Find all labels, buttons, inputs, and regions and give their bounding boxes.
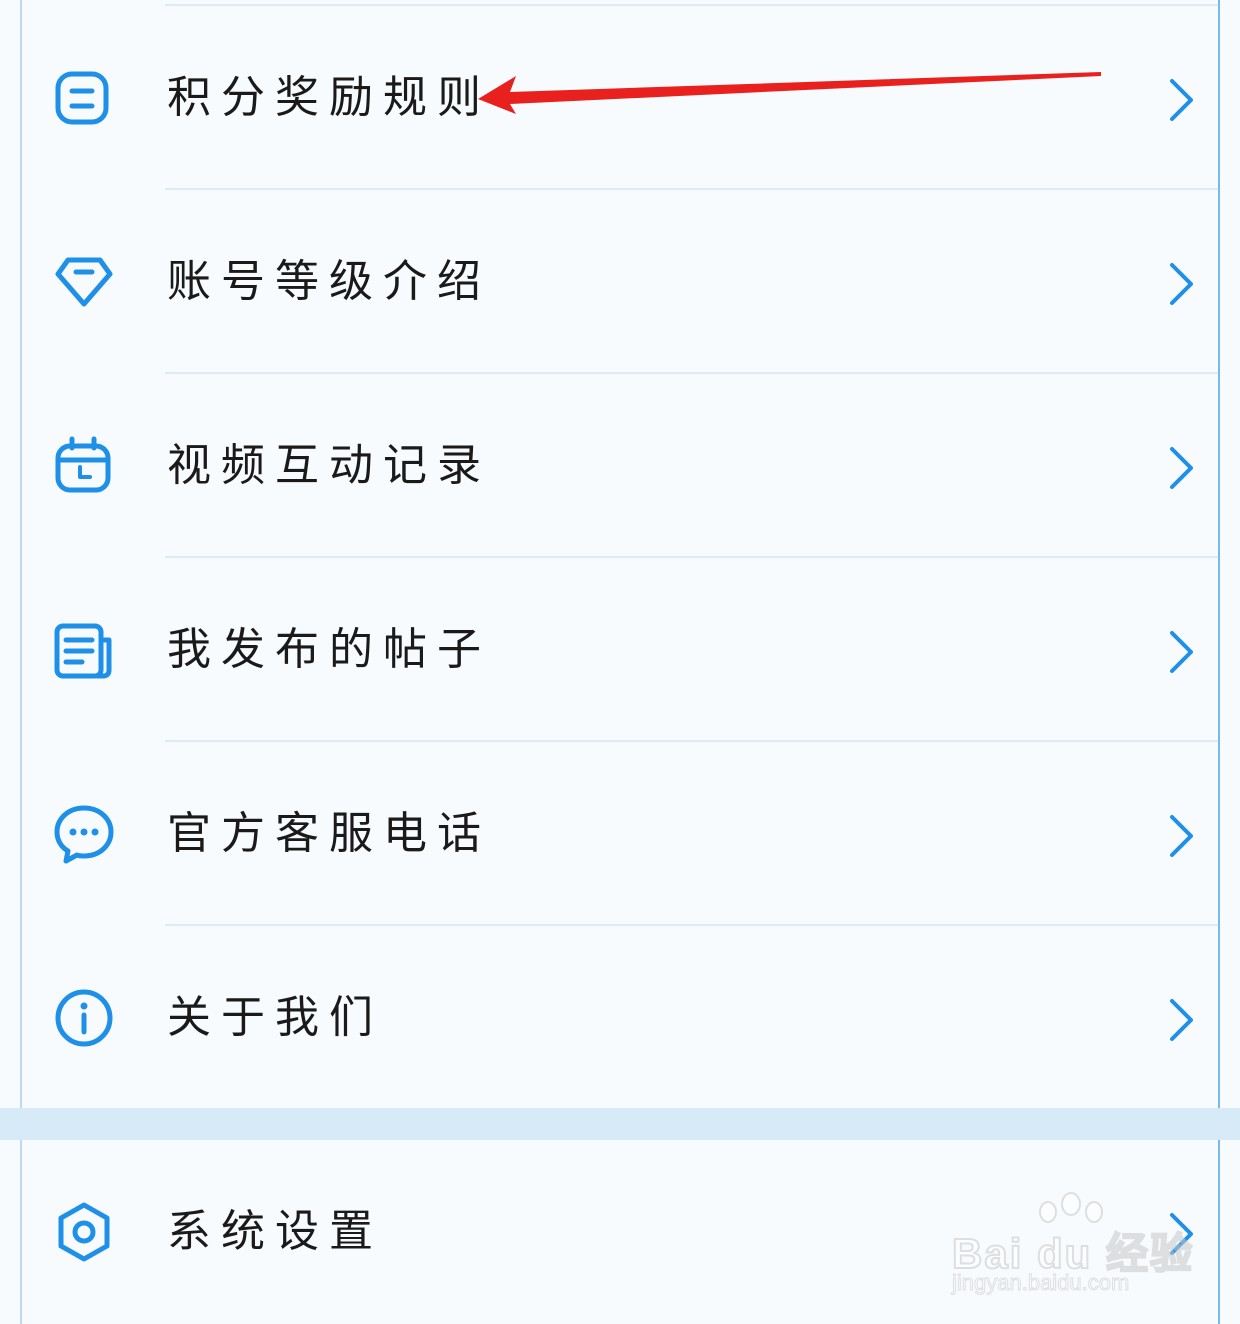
chevron-right-icon	[1170, 79, 1193, 121]
menu-item-label: 账号等级介绍	[167, 256, 491, 307]
chevron-right-icon	[1170, 999, 1193, 1041]
section-separator	[0, 1108, 1240, 1140]
annotation-arrow-icon	[478, 72, 1101, 114]
menu-item-label: 关于我们	[167, 992, 383, 1043]
chevron-right-icon	[1170, 263, 1193, 305]
watermark-url: jingyan.baidu.com	[951, 1270, 1130, 1296]
menu-item-account-level[interactable]: 账号等级介绍	[22, 190, 1218, 374]
menu-item-about-us[interactable]: 关于我们	[22, 926, 1218, 1110]
menu-item-video-interactions[interactable]: 视频互动记录	[22, 374, 1218, 558]
chat-bubble-icon	[52, 802, 116, 866]
diamond-icon	[52, 250, 116, 314]
chevron-right-icon	[1170, 631, 1193, 673]
calendar-icon	[52, 434, 116, 498]
chevron-right-icon	[1170, 815, 1193, 857]
menu-item-label: 系统设置	[167, 1206, 383, 1257]
info-icon	[52, 986, 116, 1050]
chevron-right-icon	[1170, 447, 1193, 489]
menu-item-label: 视频互动记录	[167, 440, 491, 491]
settings-hexagon-icon	[52, 1200, 116, 1264]
menu-item-label: 官方客服电话	[167, 808, 491, 859]
menu-item-my-posts[interactable]: 我发布的帖子	[22, 558, 1218, 742]
document-list-icon	[52, 66, 116, 130]
baidu-jingyan-watermark: Bai du 经验 jingyan.baidu.com	[948, 1190, 1193, 1300]
menu-item-label: 我发布的帖子	[167, 624, 491, 675]
article-icon	[52, 618, 116, 682]
menu-page: 积分奖励规则 账号等级介绍 视频互动记录 我发布的帖子 官方客服电话 关于我们 …	[0, 0, 1240, 1324]
menu-item-label: 积分奖励规则	[167, 72, 491, 123]
menu-item-customer-service[interactable]: 官方客服电话	[22, 742, 1218, 926]
